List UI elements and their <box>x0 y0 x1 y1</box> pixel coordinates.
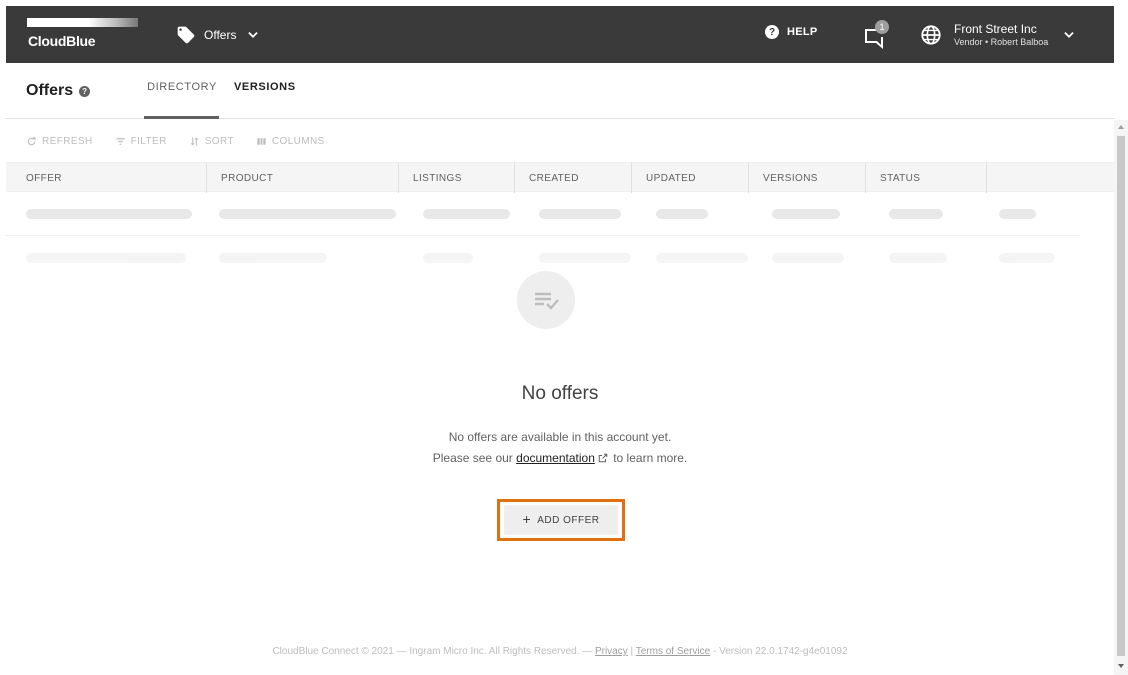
account-name: Front Street Inc <box>954 22 1037 36</box>
skeleton-cell <box>772 253 844 263</box>
filter-label: FILTER <box>130 135 167 147</box>
help-icon: ? <box>765 25 779 39</box>
skeleton-cell <box>219 253 327 263</box>
column-header-created[interactable]: CREATED <box>514 163 631 193</box>
loading-row <box>6 192 1080 236</box>
column-label: UPDATED <box>646 172 696 184</box>
add-offer-highlight: + ADD OFFER <box>497 499 625 541</box>
scroll-down-arrow-icon[interactable] <box>1117 662 1125 670</box>
skeleton-cell <box>423 209 510 219</box>
column-label: STATUS <box>880 172 921 184</box>
active-tab-indicator <box>144 116 219 119</box>
skeleton-cell <box>539 253 631 263</box>
terms-of-service-link[interactable]: Terms of Service <box>636 646 710 657</box>
top-navigation-bar: CloudBlue Offers ? HELP 1 Front Street I… <box>6 6 1114 63</box>
sort-label: SORT <box>204 135 234 147</box>
notification-badge: 1 <box>875 20 889 34</box>
columns-button[interactable]: COLUMNS <box>256 136 325 147</box>
help-icon[interactable]: ? <box>79 85 91 97</box>
empty-state-message: No offers are available in this account … <box>448 430 672 444</box>
footer-separator: | <box>630 646 634 657</box>
notifications-button[interactable]: 1 <box>862 20 892 50</box>
column-header-versions[interactable]: VERSIONS <box>748 163 865 193</box>
plus-icon: + <box>522 511 532 527</box>
page-header: Offers ? DIRECTORY VERSIONS <box>6 63 1114 119</box>
column-header-updated[interactable]: UPDATED <box>631 163 748 193</box>
chevron-down-icon <box>248 32 259 38</box>
skeleton-cell <box>219 209 396 219</box>
skeleton-cell <box>772 209 840 219</box>
tab-versions[interactable]: VERSIONS <box>234 81 296 119</box>
privacy-link[interactable]: Privacy <box>595 646 628 657</box>
skeleton-cell <box>656 209 708 219</box>
skeleton-cell <box>539 209 621 219</box>
help-text-suffix: to learn more. <box>613 451 688 465</box>
module-switcher[interactable]: Offers <box>176 24 260 46</box>
column-header-listings[interactable]: LISTINGS <box>398 163 514 193</box>
column-label: PRODUCT <box>221 172 274 184</box>
refresh-button[interactable]: REFRESH <box>26 136 93 147</box>
vertical-scrollbar[interactable] <box>1114 120 1128 675</box>
main-content: REFRESH FILTER SORT COLUMNS OFFER PRODUC… <box>6 120 1114 675</box>
columns-label: COLUMNS <box>271 135 325 147</box>
column-header-actions <box>986 163 1114 193</box>
tab-directory-label: DIRECTORY <box>147 81 217 93</box>
add-offer-label: ADD OFFER <box>537 514 600 526</box>
skeleton-cell <box>26 253 186 263</box>
empty-state-help-text: Please see our documentation to learn mo… <box>6 451 1114 465</box>
filter-button[interactable]: FILTER <box>115 136 167 147</box>
footer-copyright: CloudBlue Connect © 2021 — Ingram Micro … <box>272 646 593 657</box>
scrollbar-thumb[interactable] <box>1117 136 1125 656</box>
app-window: CloudBlue Offers ? HELP 1 Front Street I… <box>0 0 1128 675</box>
sort-button[interactable]: SORT <box>189 136 234 147</box>
table-toolbar: REFRESH FILTER SORT COLUMNS <box>6 120 1114 162</box>
tab-versions-label: VERSIONS <box>234 81 296 93</box>
skeleton-cell <box>889 253 947 263</box>
filter-icon <box>115 137 125 145</box>
column-header-offer[interactable]: OFFER <box>6 163 206 193</box>
footer-version: - Version 22.0.1742-g4e01092 <box>713 646 848 657</box>
module-label: Offers <box>204 28 237 42</box>
skeleton-cell <box>999 253 1055 263</box>
footer: CloudBlue Connect © 2021 — Ingram Micro … <box>6 646 1114 657</box>
help-text-prefix: Please see our <box>432 451 513 465</box>
empty-state-title: No offers <box>521 383 599 404</box>
scroll-up-arrow-icon[interactable] <box>1117 123 1125 131</box>
account-menu[interactable]: Front Street Inc Vendor • Robert Balboa <box>920 16 1076 54</box>
list-check-icon <box>535 292 559 310</box>
tag-icon <box>177 26 195 44</box>
table-header: OFFER PRODUCT LISTINGS CREATED UPDATED V… <box>6 162 1114 193</box>
globe-icon <box>921 25 941 45</box>
skeleton-cell <box>656 253 748 263</box>
refresh-label: REFRESH <box>42 135 93 147</box>
help-label: HELP <box>787 26 818 38</box>
external-link-icon <box>598 453 608 463</box>
account-role: Vendor • Robert Balboa <box>954 37 1049 47</box>
page-title: Offers ? <box>26 82 91 100</box>
column-header-product[interactable]: PRODUCT <box>206 163 398 193</box>
tab-directory[interactable]: DIRECTORY <box>144 81 220 119</box>
column-label: VERSIONS <box>763 172 818 184</box>
columns-icon <box>257 137 266 145</box>
empty-list-icon <box>517 271 575 329</box>
logo-text[interactable]: CloudBlue <box>28 33 96 49</box>
sort-icon <box>190 136 198 146</box>
skeleton-cell <box>26 209 192 219</box>
column-label: LISTINGS <box>413 172 462 184</box>
skeleton-cell <box>889 209 943 219</box>
page-title-text: Offers <box>26 82 74 99</box>
account-names: Front Street Inc Vendor • Robert Balboa <box>954 22 1048 48</box>
skeleton-cell <box>423 253 473 263</box>
column-label: OFFER <box>26 172 62 184</box>
add-offer-button[interactable]: + ADD OFFER <box>504 505 618 535</box>
refresh-icon <box>27 136 36 145</box>
chevron-down-icon <box>1064 32 1074 38</box>
skeleton-cell <box>999 209 1036 219</box>
logo-graphic <box>27 18 138 27</box>
column-header-status[interactable]: STATUS <box>865 163 986 193</box>
help-button[interactable]: ? HELP <box>765 25 818 39</box>
column-label: CREATED <box>529 172 579 184</box>
documentation-link[interactable]: documentation <box>516 451 595 465</box>
